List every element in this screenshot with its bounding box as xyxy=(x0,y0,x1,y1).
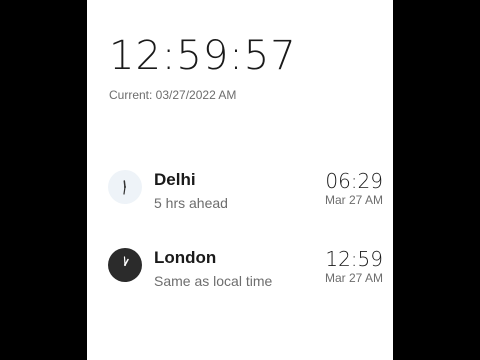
time-difference: 5 hrs ahead xyxy=(154,195,228,211)
city-name: Delhi xyxy=(154,170,196,189)
current-date-label: Current: 03/27/2022 AM xyxy=(109,88,237,102)
city-time: 12:59 xyxy=(325,247,383,271)
analog-clock-icon xyxy=(108,248,142,282)
time-difference: Same as local time xyxy=(154,273,273,289)
city-time: 06:29 xyxy=(325,169,383,193)
city-date: Mar 27 AM xyxy=(324,193,383,207)
clock-app-screen: 12:59:57 Current: 03/27/2022 AM Delhi 5 … xyxy=(87,0,393,360)
city-date: Mar 27 AM xyxy=(324,271,383,285)
current-time: 12:59:57 xyxy=(109,33,297,79)
city-name: London xyxy=(154,248,217,267)
world-clock-item-delhi[interactable]: Delhi 5 hrs ahead 06:29 Mar 27 AM xyxy=(87,162,393,222)
analog-clock-icon xyxy=(108,170,142,204)
world-clock-item-london[interactable]: London Same as local time 12:59 Mar 27 A… xyxy=(87,240,393,300)
